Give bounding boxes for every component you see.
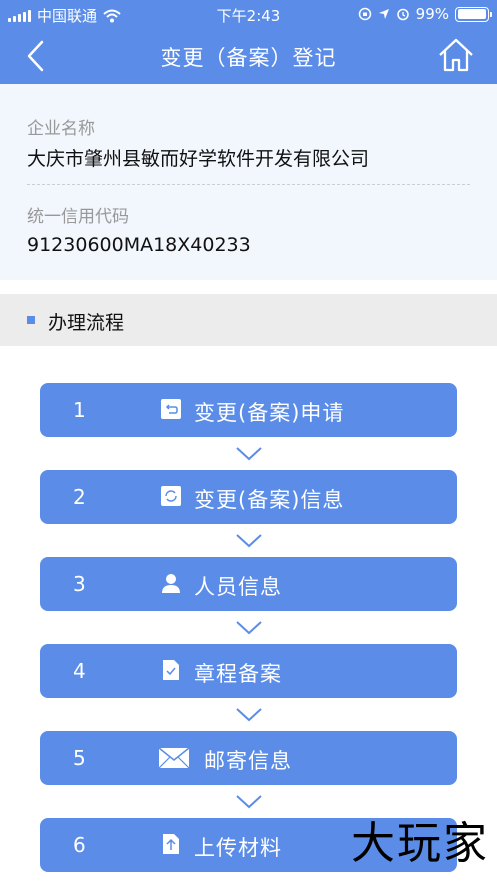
step-button-3[interactable]: 3 人员信息 [40,557,457,611]
step-label: 邮寄信息 [204,749,292,773]
section-header: 办理流程 [0,294,497,346]
chevron-down-icon [236,621,262,635]
battery-icon [455,6,492,22]
step-button-5[interactable]: 5 邮寄信息 [40,731,457,785]
refresh-doc-icon [161,486,181,506]
company-name-value: 大庆市肇州县敏而好学软件开发有限公司 [27,148,370,170]
status-bar: 中国联通 下午2:43 99% [0,0,497,28]
step-button-1[interactable]: 1 变更(备案)申请 [40,383,457,437]
credit-code-label: 统一信用代码 [27,207,129,227]
step-button-2[interactable]: 2 变更(备案)信息 [40,470,457,524]
status-right: 99% [358,5,492,23]
step-label: 变更(备案)申请 [194,401,345,425]
step-label: 人员信息 [194,575,282,599]
step-label: 章程备案 [194,662,282,686]
chevron-down-icon [236,708,262,722]
step-label: 变更(备案)信息 [194,488,345,512]
step-number: 5 [73,746,86,770]
step-button-4[interactable]: 4 章程备案 [40,644,457,698]
dashed-divider [27,184,470,185]
company-info-card: 企业名称 大庆市肇州县敏而好学软件开发有限公司 统一信用代码 91230600M… [0,84,497,280]
step-number: 3 [73,572,86,596]
credit-code-value: 91230600MA18X40233 [27,234,251,256]
step-label: 上传材料 [194,836,282,860]
step-number: 1 [73,398,86,422]
chevron-down-icon [236,534,262,548]
upload-icon [163,834,179,854]
chevron-down-icon [236,795,262,809]
return-doc-icon [161,399,181,419]
step-number: 6 [73,833,86,857]
home-icon[interactable] [437,36,475,74]
section-title: 办理流程 [48,312,125,334]
step-number: 2 [73,485,86,509]
step-number: 4 [73,659,86,683]
nav-bar: 变更（备案）登记 [0,28,497,84]
alarm-icon [396,8,409,21]
doc-check-icon [163,660,179,680]
location-icon [378,9,389,19]
page-title: 变更（备案）登记 [160,46,337,70]
envelope-icon [158,747,190,769]
rotation-lock-icon [358,7,371,21]
company-name-label: 企业名称 [27,119,95,139]
person-icon [162,574,180,593]
battery-text: 99% [415,5,449,23]
watermark-text: 大玩家 [351,818,489,869]
chevron-down-icon [236,447,262,461]
section-marker [27,316,35,324]
